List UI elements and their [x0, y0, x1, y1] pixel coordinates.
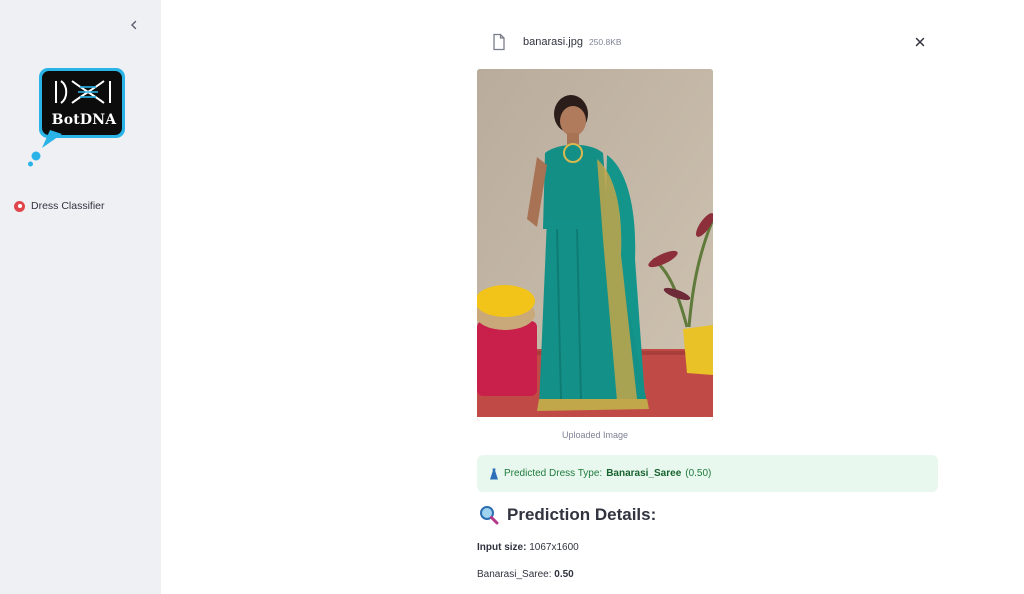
dress-icon	[490, 468, 498, 479]
input-size-value: 1067x1600	[529, 542, 579, 553]
details-heading-text: Prediction Details:	[507, 505, 657, 524]
remove-file-button[interactable]	[913, 35, 927, 49]
image-caption: Uploaded Image	[561, 430, 629, 440]
uploaded-image	[477, 69, 713, 421]
file-size: 250.8KB	[588, 37, 622, 47]
sidebar-item-dress-classifier[interactable]: Dress Classifier	[14, 200, 105, 212]
logo-text: BotDNA	[51, 112, 117, 128]
prediction-label: Banarasi_Saree	[606, 468, 682, 479]
class-score-line: Banarasi_Saree: 0.50	[477, 569, 574, 580]
file-icon	[493, 33, 505, 51]
class-score-value: 0.50	[554, 569, 574, 580]
input-size-label: Input size:	[477, 542, 527, 553]
sidebar-item-label: Dress Classifier	[31, 200, 105, 212]
input-size-line: Input size: 1067x1600	[477, 542, 579, 553]
collapse-sidebar-button[interactable]	[126, 17, 142, 33]
magnifier-icon	[480, 506, 499, 525]
chevron-left-icon	[131, 20, 137, 30]
file-name: banarasi.jpg	[523, 36, 583, 48]
sidebar: BotDNA Dress Classifier	[0, 0, 161, 594]
details-heading: Prediction Details:	[479, 505, 656, 525]
prediction-confidence: (0.50)	[685, 468, 712, 479]
prediction-prefix: Predicted Dress Type:	[504, 468, 603, 479]
main-content: banarasi.jpg 250.8KB Uploaded Image Pred…	[161, 0, 1024, 594]
red-dot-icon	[14, 200, 25, 212]
close-icon	[915, 37, 925, 47]
prediction-alert: Predicted Dress Type: Banarasi_Saree (0.…	[477, 455, 938, 492]
uploaded-file-row: banarasi.jpg 250.8KB	[491, 33, 622, 51]
class-score-label: Banarasi_Saree:	[477, 569, 552, 580]
